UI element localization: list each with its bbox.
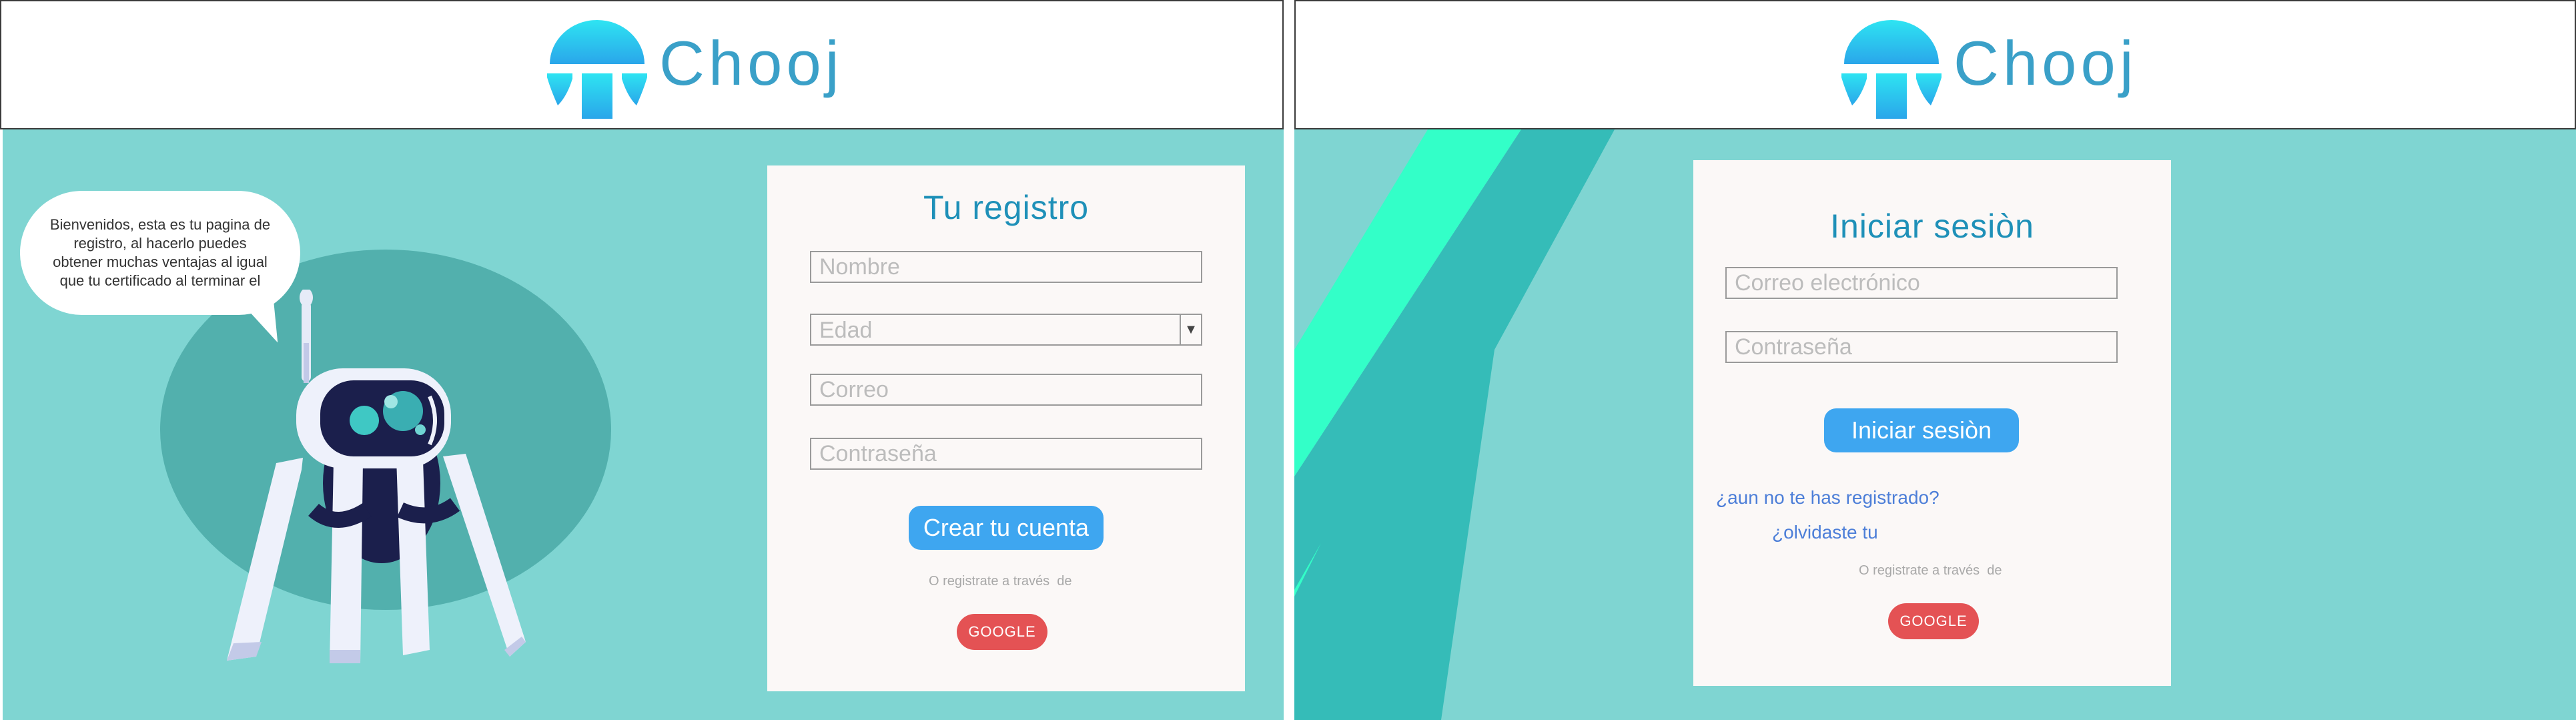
register-card: Tu registro Edad ▼ Crear tu cuenta O reg… — [767, 165, 1245, 691]
login-card: Iniciar sesiòn Iniciar sesiòn ¿aun no te… — [1693, 160, 2171, 686]
name-field[interactable] — [810, 251, 1202, 283]
alt-register-text: O registrate a través de — [1859, 563, 2002, 578]
jellyfish-logo-icon — [1841, 20, 1942, 119]
register-link[interactable]: ¿aun no te has registrado? — [1716, 487, 1940, 508]
password-field[interactable] — [810, 438, 1202, 470]
header: Chooj — [0, 0, 1284, 129]
alt-register-text: O registrate a través de — [929, 574, 1072, 589]
robot-mascot — [227, 290, 526, 663]
age-select-value: Edad — [819, 318, 873, 343]
chevron-down-icon[interactable]: ▼ — [1180, 315, 1201, 344]
login-screen: Chooj Iniciar sesiòn Iniciar sesiòn ¿aun… — [1294, 0, 2576, 720]
register-screen: Chooj Bienvenidos, esta es tu pagina de … — [0, 0, 1284, 720]
page-title: Iniciar sesiòn — [1830, 208, 2034, 245]
google-signup-button[interactable]: GOOGLE — [957, 614, 1047, 650]
brand-name: Chooj — [1954, 28, 2138, 98]
brand-name: Chooj — [659, 28, 843, 98]
forgot-password-link[interactable]: ¿olvidaste tu — [1772, 522, 1878, 543]
bubble-text: Bienvenidos, esta es tu pagina de regist… — [49, 216, 271, 289]
login-button[interactable]: Iniciar sesiòn — [1824, 408, 2019, 452]
password-field[interactable] — [1725, 331, 2118, 363]
email-field[interactable] — [1725, 267, 2118, 299]
page-title: Tu registro — [923, 189, 1090, 226]
brand-logo[interactable]: Chooj — [1841, 17, 2134, 120]
google-signup-button[interactable]: GOOGLE — [1888, 603, 1979, 639]
register-body: Bienvenidos, esta es tu pagina de regist… — [3, 129, 1284, 720]
header: Chooj — [1294, 0, 2576, 129]
brand-logo[interactable]: Chooj — [547, 17, 839, 120]
email-field[interactable] — [810, 374, 1202, 406]
jellyfish-logo-icon — [547, 20, 647, 119]
login-body: Iniciar sesiòn Iniciar sesiòn ¿aun no te… — [1294, 129, 2576, 720]
create-account-button[interactable]: Crear tu cuenta — [909, 506, 1104, 550]
age-select[interactable]: Edad ▼ — [810, 314, 1202, 346]
